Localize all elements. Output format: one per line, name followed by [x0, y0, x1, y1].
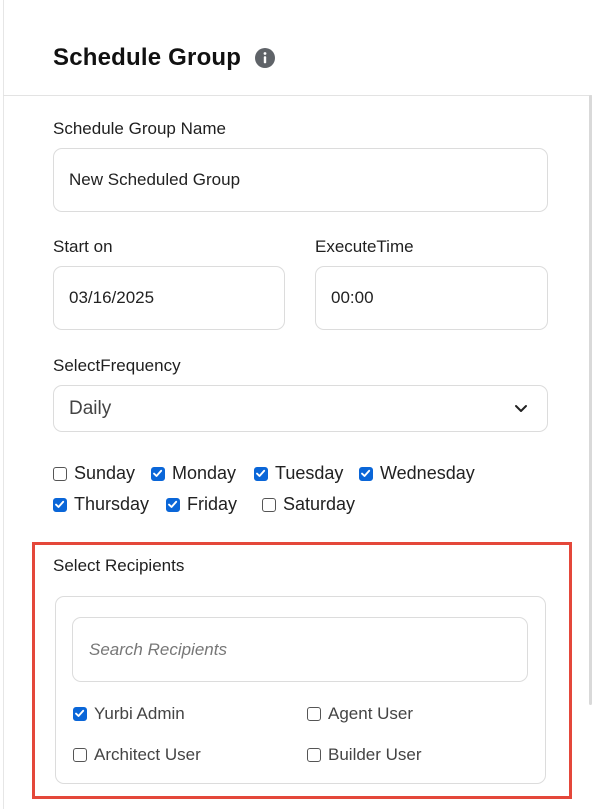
checkbox-unchecked-icon [262, 497, 276, 512]
checkbox-checked-icon [254, 466, 268, 481]
day-label: Wednesday [380, 463, 475, 483]
day-checkbox-wednesday[interactable]: Wednesday [359, 463, 475, 484]
info-icon[interactable] [255, 48, 275, 68]
panel-left-border [3, 0, 4, 809]
day-checkbox-saturday[interactable]: Saturday [262, 494, 355, 515]
day-checkbox-tuesday[interactable]: Tuesday [254, 463, 343, 484]
search-recipients-input[interactable] [72, 617, 528, 682]
checkbox-unchecked-icon [307, 707, 321, 721]
recipient-checkbox-architect-user[interactable]: Architect User [73, 745, 201, 765]
checkbox-unchecked-icon [53, 466, 67, 481]
day-checkbox-thursday[interactable]: Thursday [53, 494, 149, 515]
checkbox-checked-icon [151, 466, 165, 481]
chevron-down-icon [515, 405, 527, 412]
start-on-label: Start on [53, 237, 113, 256]
recipient-checkbox-builder-user[interactable]: Builder User [307, 745, 422, 765]
day-checkbox-sunday[interactable]: Sunday [53, 463, 135, 484]
frequency-select[interactable]: Daily [53, 385, 548, 432]
checkbox-unchecked-icon [307, 748, 321, 762]
start-date-field[interactable]: 03/16/2025 [53, 266, 285, 330]
execute-time-label: ExecuteTime [315, 237, 414, 256]
schedule-group-name-label: Schedule Group Name [53, 119, 226, 138]
select-frequency-label: SelectFrequency [53, 356, 181, 375]
checkbox-checked-icon [73, 707, 87, 721]
header-divider [3, 95, 592, 96]
day-label: Saturday [283, 494, 356, 514]
execute-time-value: 00:00 [331, 288, 374, 307]
recipient-label: Architect User [94, 745, 201, 764]
recipient-label: Agent User [328, 704, 414, 723]
recipient-checkbox-agent-user[interactable]: Agent User [307, 704, 413, 724]
start-date-value: 03/16/2025 [69, 288, 155, 307]
schedule-group-name-field[interactable]: New Scheduled Group [53, 148, 548, 212]
day-label: Tuesday [275, 463, 344, 483]
day-checkbox-friday[interactable]: Friday [166, 494, 237, 515]
checkbox-checked-icon [166, 497, 180, 512]
day-label: Thursday [74, 494, 150, 514]
schedule-group-name-value: New Scheduled Group [69, 170, 241, 189]
select-recipients-label: Select Recipients [53, 556, 185, 575]
frequency-selected-value: Daily [69, 397, 112, 419]
execute-time-field[interactable]: 00:00 [315, 266, 548, 330]
page-title: Schedule Group [53, 44, 242, 71]
day-label: Monday [172, 463, 237, 483]
recipient-checkbox-yurbi-admin[interactable]: Yurbi Admin [73, 704, 185, 724]
recipient-label: Yurbi Admin [94, 704, 185, 723]
day-label: Sunday [74, 463, 136, 483]
checkbox-unchecked-icon [73, 748, 87, 762]
day-label: Friday [187, 494, 238, 514]
day-checkbox-monday[interactable]: Monday [151, 463, 236, 484]
recipient-label: Builder User [328, 745, 422, 764]
checkbox-checked-icon [359, 466, 373, 481]
checkbox-checked-icon [53, 497, 67, 512]
